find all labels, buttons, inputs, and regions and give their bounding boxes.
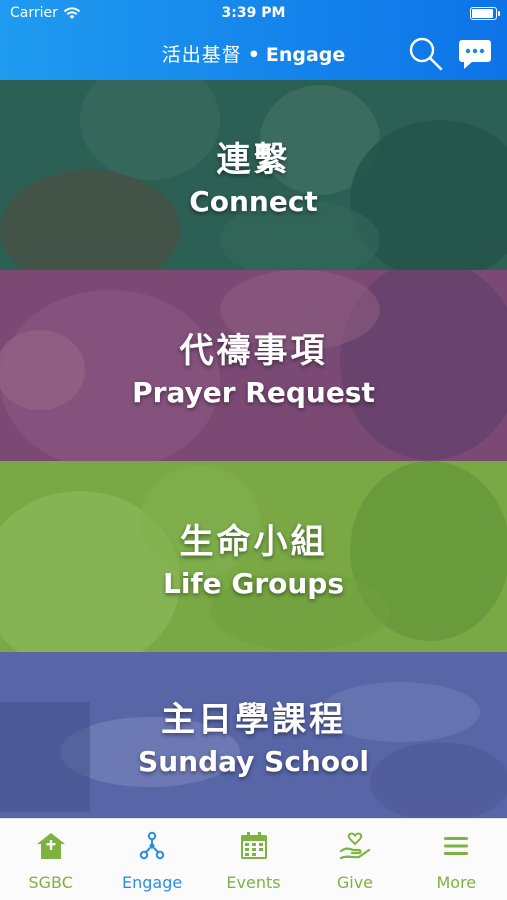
title-separator: • — [247, 44, 260, 66]
tab-engage-label: Engage — [122, 873, 183, 892]
church-icon — [36, 833, 65, 859]
life-groups-label-chinese: 生命小組 — [179, 521, 328, 562]
prayer-request-label-english: Prayer Request — [132, 375, 375, 409]
status-time: 3:39 PM — [221, 5, 286, 21]
menu-icon — [444, 837, 469, 855]
tab-events-label: Events — [226, 873, 281, 892]
give-hand-heart-icon — [339, 832, 371, 860]
sunday-school-panel[interactable]: 主日學課程 Sunday School — [0, 652, 507, 818]
battery-icon — [470, 7, 500, 20]
tab-more-label: More — [436, 873, 477, 892]
life-groups-label-english: Life Groups — [162, 566, 345, 600]
tab-give-label: Give — [336, 873, 373, 892]
sunday-school-label-chinese: 主日學課程 — [160, 700, 346, 740]
chat-button[interactable] — [458, 38, 492, 70]
search-button[interactable] — [408, 36, 444, 72]
sunday-school-label-english: Sunday School — [138, 745, 369, 778]
tab-events[interactable]: Events — [203, 819, 304, 900]
header: Carrier 3:39 PM 活出基督 • Engage — [0, 0, 507, 80]
tab-bar: SGBC Engage Events Give More — [0, 818, 507, 900]
people-network-icon — [139, 831, 165, 860]
tab-more[interactable]: More — [406, 819, 507, 900]
calendar-icon — [240, 832, 267, 859]
status-bar: Carrier 3:39 PM — [0, 0, 507, 28]
connect-label-chinese: 連繫 — [216, 140, 291, 180]
prayer-request-panel[interactable]: 代禱事項 Prayer Request — [0, 270, 507, 461]
connect-label-english: Connect — [189, 185, 318, 218]
tab-give[interactable]: Give — [304, 819, 405, 900]
prayer-request-label-chinese: 代禱事項 — [179, 330, 328, 371]
search-icon — [409, 37, 443, 71]
life-groups-panel[interactable]: 生命小組 Life Groups — [0, 461, 507, 652]
title-chinese: 活出基督 — [161, 44, 242, 66]
connect-panel[interactable]: 連繫 Connect — [0, 80, 507, 270]
tab-engage[interactable]: Engage — [101, 819, 202, 900]
tab-sgbc[interactable]: SGBC — [0, 819, 101, 900]
title-english: Engage — [265, 44, 346, 66]
chat-bubble-icon — [459, 40, 491, 69]
tab-sgbc-label: SGBC — [28, 873, 73, 892]
